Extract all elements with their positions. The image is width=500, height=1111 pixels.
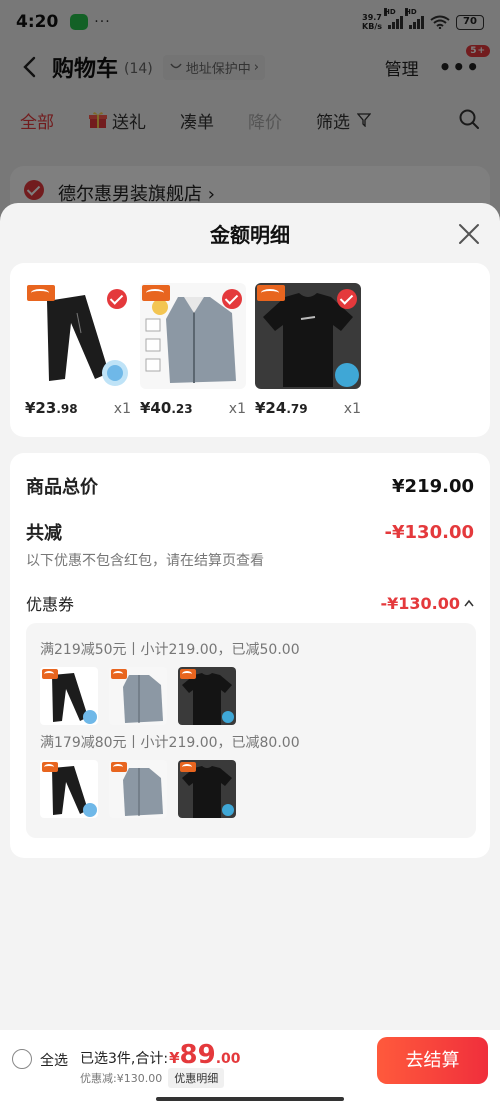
close-icon[interactable] <box>458 223 480 245</box>
brand-logo <box>27 285 55 301</box>
product-select-checkbox[interactable] <box>337 289 357 309</box>
total-amount: 89 <box>179 1040 216 1070</box>
checkout-bar: 全选 已选3件,合计: ¥ 89 .00 优惠减:¥130.00 优惠明细 去结… <box>0 1030 500 1111</box>
brand-logo <box>180 762 196 772</box>
brand-logo <box>142 285 170 301</box>
discount-line: 优惠减:¥130.00 优惠明细 <box>80 1068 225 1088</box>
total-label: 已选3件,合计: <box>80 1051 169 1067</box>
product-item[interactable]: ¥40 .23 x1 <box>140 283 246 417</box>
selected-products-card: ¥23 .98 x1 ¥40 .23 x1 ¥24 .79 x1 <box>10 263 490 437</box>
product-thumbnail <box>178 760 236 818</box>
brand-logo <box>42 762 58 772</box>
coupon-label: 优惠券 <box>26 595 75 614</box>
price-summary-card: 商品总价 ¥219.00 共减 -¥130.00 以下优惠不包含红包，请在结算页… <box>10 453 490 858</box>
product-price: ¥23 <box>25 399 57 417</box>
select-all-label[interactable]: 全选 <box>40 1050 68 1070</box>
coupon-rule-text: 满219减50元丨小计219.00，已减50.00 <box>40 642 300 658</box>
product-thumbnail <box>109 667 167 725</box>
total-price-row: 商品总价 ¥219.00 <box>26 473 474 499</box>
brand-logo <box>180 669 196 679</box>
product-price-decimal: .79 <box>286 402 308 416</box>
total-reduce-label: 共减 <box>26 523 62 544</box>
total-price-value: ¥219.00 <box>392 475 474 497</box>
product-thumbnail <box>40 760 98 818</box>
product-price-decimal: .23 <box>171 402 193 416</box>
checkout-button[interactable]: 去结算 <box>377 1037 488 1084</box>
chevron-up-icon[interactable] <box>464 599 474 607</box>
discount-note: 以下优惠不包含红包，请在结算页查看 <box>26 553 264 569</box>
brand-logo <box>111 669 127 679</box>
product-image <box>255 283 361 389</box>
product-price-decimal: .98 <box>56 402 78 416</box>
select-all-radio[interactable] <box>12 1049 32 1069</box>
total-price-label: 商品总价 <box>26 477 98 498</box>
total-reduce-row: 共减 -¥130.00 <box>26 519 474 545</box>
coupon-rule-text: 满179减80元丨小计219.00，已减80.00 <box>40 735 300 751</box>
total-amount-decimal: .00 <box>215 1051 241 1067</box>
product-quantity: x1 <box>228 401 246 417</box>
coupon-value: -¥130.00 <box>380 593 460 613</box>
brand-logo <box>111 762 127 772</box>
product-price: ¥40 <box>140 399 172 417</box>
coupon-details-box: 满219减50元丨小计219.00，已减50.00 满179减80元丨小计219… <box>26 623 476 838</box>
coupon-row[interactable]: 优惠券 -¥130.00 <box>26 591 474 615</box>
product-thumbnail <box>40 667 98 725</box>
product-select-checkbox[interactable] <box>107 289 127 309</box>
product-thumbnail <box>109 760 167 818</box>
total-reduce-value: -¥130.00 <box>384 521 474 543</box>
total-line: 已选3件,合计: ¥ 89 .00 <box>80 1040 241 1070</box>
discount-amount: 优惠减:¥130.00 <box>80 1072 163 1085</box>
product-item[interactable]: ¥24 .79 x1 <box>255 283 361 417</box>
amount-detail-sheet: 金额明细 ¥23 .98 x1 ¥40 .23 x1 ¥24 .79 x1 商品… <box>0 203 500 1111</box>
discount-detail-button[interactable]: 优惠明细 <box>168 1068 225 1088</box>
product-quantity: x1 <box>343 401 361 417</box>
total-currency: ¥ <box>169 1049 180 1067</box>
sheet-title: 金额明细 <box>210 223 290 247</box>
product-item[interactable]: ¥23 .98 x1 <box>25 283 131 417</box>
product-select-checkbox[interactable] <box>222 289 242 309</box>
product-quantity: x1 <box>113 401 131 417</box>
brand-logo <box>42 669 58 679</box>
brand-logo <box>257 285 285 301</box>
home-indicator[interactable] <box>156 1097 344 1101</box>
product-thumbnail <box>178 667 236 725</box>
product-image <box>140 283 246 389</box>
product-price: ¥24 <box>255 399 287 417</box>
product-image <box>25 283 131 389</box>
